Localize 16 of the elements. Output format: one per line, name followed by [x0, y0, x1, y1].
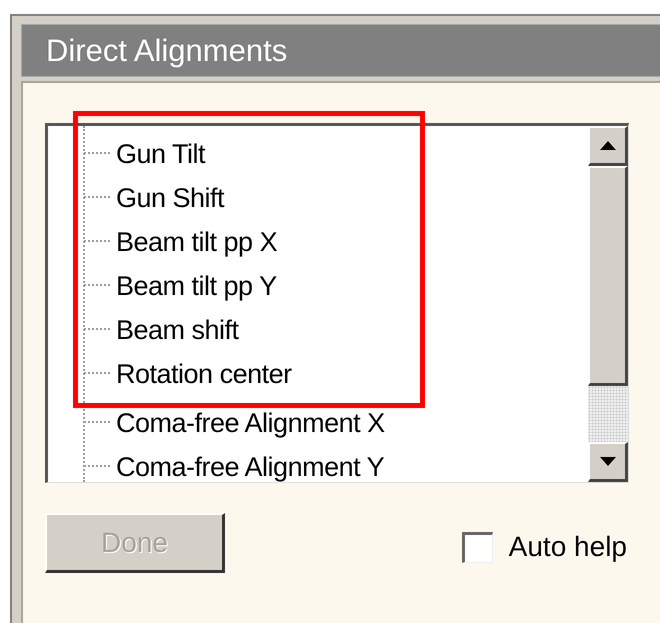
scroll-up-button[interactable] [588, 126, 628, 166]
scroll-down-button[interactable] [588, 442, 628, 482]
scroll-thumb[interactable] [588, 166, 628, 386]
tree-item[interactable]: Rotation center [116, 358, 292, 390]
tree-item[interactable]: Beam tilt pp Y [116, 270, 277, 302]
tree-item[interactable]: Gun Shift [116, 182, 224, 214]
tree-item[interactable]: Beam tilt pp X [116, 226, 278, 258]
scroll-up-icon [600, 141, 616, 150]
tree-item[interactable]: Coma-free Alignment Y [116, 452, 384, 482]
checkbox-label: Auto help [508, 531, 627, 563]
scroll-down-icon [600, 457, 616, 466]
dialog-title: Direct Alignments [46, 32, 288, 68]
tree-item[interactable]: Gun Tilt [116, 138, 206, 170]
auto-help-checkbox[interactable] [462, 532, 493, 562]
tree-item[interactable]: Coma-free Alignment X [116, 408, 385, 438]
tree-item[interactable]: Beam shift [116, 314, 239, 346]
